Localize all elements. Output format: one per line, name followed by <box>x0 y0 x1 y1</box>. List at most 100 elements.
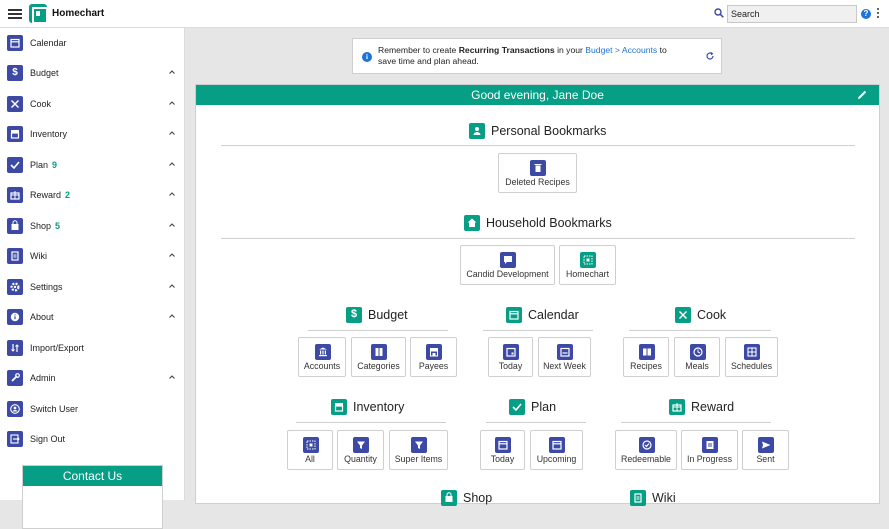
personal-bookmarks-title: Personal Bookmarks <box>469 123 606 139</box>
reward-sent-tile[interactable]: Sent <box>742 430 789 470</box>
recipe-book-icon <box>639 344 655 360</box>
help-icon[interactable]: ? <box>861 9 871 19</box>
grid-calendar-icon <box>744 344 760 360</box>
sidebar-item-calendar[interactable]: Calendar <box>0 28 185 58</box>
inventory-all-tile[interactable]: All <box>287 430 333 470</box>
sidebar-item-about[interactable]: About <box>0 302 185 332</box>
count-badge: 5 <box>55 221 61 231</box>
sidebar-item-label: Import/Export <box>30 343 85 353</box>
plan-today-tile[interactable]: Today <box>480 430 525 470</box>
chevron-up-icon[interactable] <box>168 373 176 381</box>
divider <box>486 422 586 423</box>
chevron-up-icon[interactable] <box>168 190 176 198</box>
sidebar-item-import-export[interactable]: Import/Export <box>0 333 185 363</box>
sidebar-item-label: About <box>30 312 54 322</box>
calendar-section-title: Calendar <box>506 307 579 323</box>
chevron-up-icon[interactable] <box>168 129 176 137</box>
dollar-icon: $ <box>346 307 362 323</box>
chevron-up-icon[interactable] <box>168 99 176 107</box>
chevron-up-icon[interactable] <box>168 221 176 229</box>
send-icon <box>758 437 774 453</box>
edit-icon[interactable] <box>857 89 868 100</box>
refresh-icon[interactable] <box>705 51 715 61</box>
contact-card: Contact Us <box>22 465 163 529</box>
import-export-icon <box>7 340 23 356</box>
divider <box>629 330 771 331</box>
sidebar-item-wiki[interactable]: Wiki <box>0 241 185 271</box>
household-bookmarks-title: Household Bookmarks <box>464 215 612 231</box>
sidebar-item-label: Cook <box>30 99 52 109</box>
sidebar-item-shop[interactable]: Shop 5 <box>0 211 185 241</box>
sidebar-item-cook[interactable]: Cook <box>0 89 185 119</box>
document-icon <box>630 490 646 506</box>
reward-in-progress-tile[interactable]: In Progress <box>681 430 738 470</box>
grid-icon <box>303 437 319 453</box>
utensils-icon <box>675 307 691 323</box>
calendar-next-week-tile[interactable]: Next Week <box>538 337 591 377</box>
homechart-logo-icon[interactable] <box>29 4 48 24</box>
search-input[interactable] <box>727 5 857 23</box>
budget-payees-tile[interactable]: Payees <box>410 337 457 377</box>
person-icon <box>469 123 485 139</box>
calendar-today-icon <box>495 437 511 453</box>
chevron-up-icon[interactable] <box>168 160 176 168</box>
more-vertical-icon[interactable] <box>877 8 880 20</box>
sidebar-item-plan[interactable]: Plan 9 <box>0 150 185 180</box>
top-bar: Homechart ? <box>0 0 889 28</box>
store-icon <box>426 344 442 360</box>
chevron-up-icon[interactable] <box>168 251 176 259</box>
check-icon <box>509 399 525 415</box>
calendar-today-tile[interactable]: Today <box>488 337 533 377</box>
inventory-icon <box>7 126 23 142</box>
cook-recipes-tile[interactable]: Recipes <box>623 337 669 377</box>
home-icon <box>464 215 480 231</box>
cook-meals-tile[interactable]: Meals <box>674 337 720 377</box>
menu-icon[interactable] <box>8 7 22 21</box>
cook-schedules-tile[interactable]: Schedules <box>725 337 778 377</box>
search-icon <box>714 8 724 18</box>
bookmark-homechart[interactable]: Homechart <box>559 245 616 285</box>
inventory-super-items-tile[interactable]: Super Items <box>389 430 448 470</box>
budget-accounts-link[interactable]: Budget > Accounts <box>585 45 657 55</box>
budget-categories-tile[interactable]: Categories <box>351 337 406 377</box>
budget-accounts-tile[interactable]: Accounts <box>298 337 346 377</box>
sidebar-item-switch-user[interactable]: Switch User <box>0 394 185 424</box>
chevron-up-icon[interactable] <box>168 312 176 320</box>
contact-us-header[interactable]: Contact Us <box>23 466 162 486</box>
bookmark-deleted-recipes[interactable]: Deleted Recipes <box>498 153 577 193</box>
document-icon <box>7 248 23 264</box>
check-icon <box>7 157 23 173</box>
chevron-up-icon[interactable] <box>168 282 176 290</box>
inventory-icon <box>331 399 347 415</box>
inventory-section-title: Inventory <box>331 399 404 415</box>
wiki-section-title: Wiki <box>630 490 676 506</box>
inventory-quantity-tile[interactable]: Quantity <box>337 430 384 470</box>
calendar-upcoming-icon <box>549 437 565 453</box>
divider <box>483 330 593 331</box>
divider <box>621 422 771 423</box>
sidebar-item-label: Wiki <box>30 251 47 261</box>
bookmark-candid-development[interactable]: Candid Development <box>460 245 555 285</box>
bag-icon <box>7 218 23 234</box>
dashboard-card: Good evening, Jane Doe Personal Bookmark… <box>195 84 880 506</box>
chevron-up-icon[interactable] <box>168 68 176 76</box>
clipboard-icon <box>702 437 718 453</box>
sidebar-item-budget[interactable]: $ Budget <box>0 58 185 88</box>
bag-icon <box>441 490 457 506</box>
plan-upcoming-tile[interactable]: Upcoming <box>530 430 583 470</box>
sidebar-item-settings[interactable]: Settings <box>0 272 185 302</box>
dollar-icon: $ <box>7 65 23 81</box>
trash-icon <box>530 160 546 176</box>
sidebar-item-reward[interactable]: Reward 2 <box>0 180 185 210</box>
sidebar-item-admin[interactable]: Admin <box>0 363 185 393</box>
utensils-icon <box>7 96 23 112</box>
sidebar-item-sign-out[interactable]: Sign Out <box>0 424 185 454</box>
clock-icon <box>690 344 706 360</box>
sidebar-item-label: Admin <box>30 373 56 383</box>
gift-icon <box>7 187 23 203</box>
reward-redeemable-tile[interactable]: Redeemable <box>615 430 677 470</box>
sidebar-item-inventory[interactable]: Inventory <box>0 119 185 149</box>
calendar-icon <box>506 307 522 323</box>
divider <box>221 238 855 239</box>
sidebar-item-label: Switch User <box>30 404 79 414</box>
